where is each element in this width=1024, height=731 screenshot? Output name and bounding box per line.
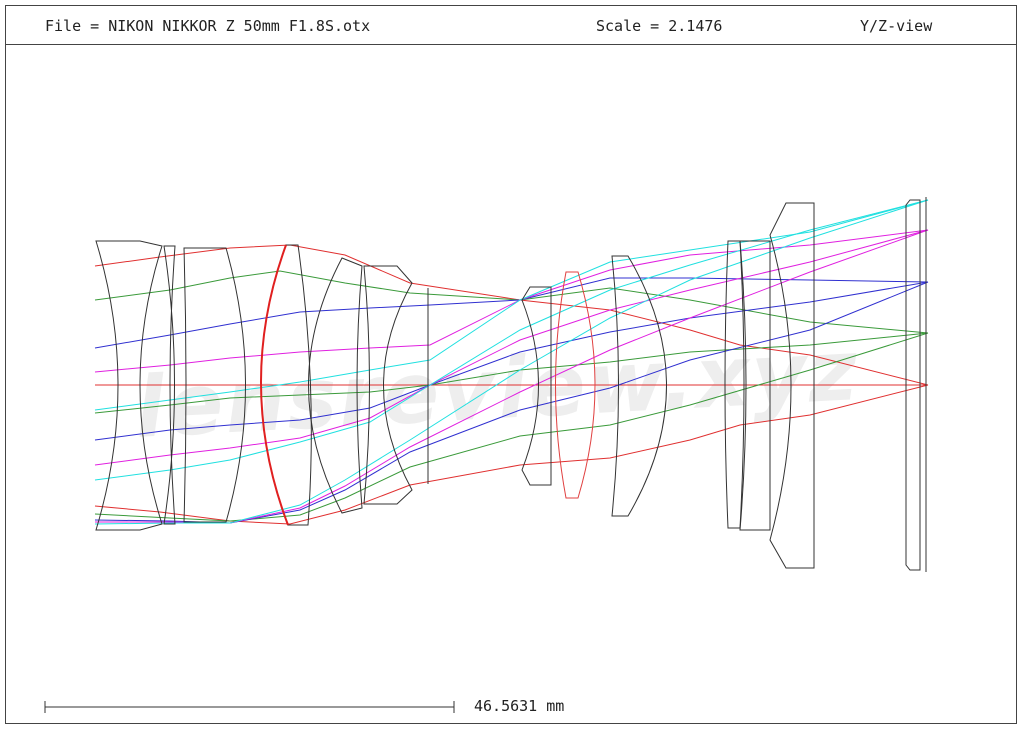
ray-field2-upper xyxy=(94,277,929,349)
ray-field1-lower xyxy=(94,332,929,522)
ray-field3-upper xyxy=(94,229,929,373)
lens-diagram xyxy=(44,197,929,713)
ray-field4-upper xyxy=(94,199,929,411)
ray-axial-upper xyxy=(94,244,929,386)
ray-field4-lower xyxy=(94,199,929,525)
lens-element-7 xyxy=(521,286,552,486)
ray-field1-chief xyxy=(94,332,929,414)
ray-axial-lower xyxy=(94,384,929,525)
ray-field2-lower xyxy=(94,281,929,524)
ray-bundle-field-2 xyxy=(94,277,929,524)
ray-field3-lower xyxy=(95,229,929,524)
scale-bar xyxy=(44,701,455,713)
ray-bundle-field-4 xyxy=(94,199,929,525)
scale-bar-label: 46.5631 mm xyxy=(474,697,565,715)
ray-field3-chief xyxy=(94,229,929,466)
ray-bundle-field-3 xyxy=(94,229,929,524)
